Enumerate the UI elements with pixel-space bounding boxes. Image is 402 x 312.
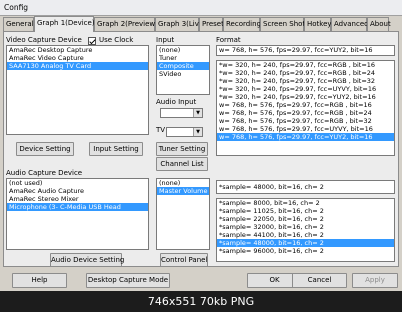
list-item[interactable]: w= 768, h= 576, fps=29.97, fcc=YUY2, bit… xyxy=(217,133,394,141)
list-item[interactable]: SVideo xyxy=(157,70,209,78)
list-item[interactable]: *w= 320, h= 240, fps=29.97, fcc=RGB , bi… xyxy=(217,69,394,77)
list-item[interactable]: *sample= 44100, bit=16, ch= 2 xyxy=(217,231,394,239)
audio-capture-device-label: Audio Capture Device xyxy=(6,169,83,177)
desktop-capture-mode-button[interactable]: Desktop Capture Mode xyxy=(86,273,170,288)
use-clock-checkbox[interactable] xyxy=(88,37,96,45)
list-item[interactable]: AmaRec Audio Capture xyxy=(7,187,148,195)
list-item[interactable]: w= 768, h= 576, fps=29.97, fcc=RGB , bit… xyxy=(217,109,394,117)
list-item[interactable]: *sample= 11025, bit=16, ch= 2 xyxy=(217,207,394,215)
list-item[interactable]: Master Volume xyxy=(157,187,209,195)
format-label: Format xyxy=(216,36,241,44)
channel-list-button[interactable]: Channel List xyxy=(156,157,208,171)
tab-advanced[interactable]: Advanced xyxy=(331,17,369,32)
tab-recording[interactable]: Recording xyxy=(223,17,261,32)
audio-device-list[interactable]: (not used) AmaRec Audio Capture AmaRec S… xyxy=(6,178,149,250)
cancel-button[interactable]: Cancel xyxy=(292,273,347,288)
audio-input-list[interactable]: (none) Master Volume xyxy=(156,178,210,250)
use-clock-label: Use Clock xyxy=(99,36,134,44)
help-button[interactable]: Help xyxy=(12,273,67,288)
tab-graph1-device[interactable]: Graph 1(Device) xyxy=(34,16,95,32)
tab-about[interactable]: About xyxy=(367,17,391,32)
tab-graph3-live[interactable]: Graph 3(Live) xyxy=(155,17,206,32)
tab-screen-shot[interactable]: Screen Shot xyxy=(260,17,305,32)
list-item[interactable]: *w= 320, h= 240, fps=29.97, fcc=RGB , bi… xyxy=(217,61,394,69)
audio-device-setting-button[interactable]: Audio Device Setting xyxy=(50,253,124,267)
tab-graph2-preview[interactable]: Graph 2(Preview) xyxy=(94,17,158,32)
image-caption: 746x551 70kb PNG xyxy=(0,291,402,312)
list-item[interactable]: Microphone (3- C-Media USB Head xyxy=(7,203,148,211)
current-audio-format-field[interactable]: *sample= 48000, bit=16, ch= 2 xyxy=(216,180,395,194)
list-item[interactable]: AmaRec Stereo Mixer xyxy=(7,195,148,203)
video-capture-device-label: Video Capture Device xyxy=(6,36,82,44)
tuner-setting-button[interactable]: Tuner Setting xyxy=(156,142,208,156)
list-item[interactable]: (none) xyxy=(157,46,209,54)
list-item[interactable]: *w= 320, h= 240, fps=29.97, fcc=YUY2, bi… xyxy=(217,93,394,101)
window-title: Config xyxy=(4,3,29,12)
list-item[interactable]: w= 768, h= 576, fps=29.97, fcc=RGB , bit… xyxy=(217,117,394,125)
control-panel-button[interactable]: Control Panel xyxy=(160,253,208,267)
list-item[interactable]: AmaRec Video Capture xyxy=(7,54,148,62)
chevron-down-icon: ▼ xyxy=(193,109,202,117)
list-item[interactable]: *w= 320, h= 240, fps=29.97, fcc=UYVY, bi… xyxy=(217,85,394,93)
chevron-down-icon: ▼ xyxy=(193,128,202,136)
audio-input-select[interactable]: ▼ xyxy=(160,108,203,118)
input-setting-button[interactable]: Input Setting xyxy=(89,142,143,156)
list-item[interactable]: Composite xyxy=(157,62,209,70)
list-item[interactable]: *sample= 22050, bit=16, ch= 2 xyxy=(217,215,394,223)
current-format-field[interactable]: w= 768, h= 576, fps=29.97, fcc=YUY2, bit… xyxy=(216,45,395,56)
list-item[interactable]: *sample= 48000, bit=16, ch= 2 xyxy=(217,239,394,247)
list-item[interactable]: (none) xyxy=(157,179,209,187)
audio-format-list[interactable]: *sample= 8000, bit=16, ch= 2 *sample= 11… xyxy=(216,198,395,262)
input-list[interactable]: (none) Tuner Composite SVideo xyxy=(156,45,210,95)
list-item[interactable]: w= 768, h= 576, fps=29.97, fcc=RGB , bit… xyxy=(217,101,394,109)
dialog-button-bar: Help Desktop Capture Mode OK Cancel Appl… xyxy=(0,267,402,291)
tab-strip: General Graph 1(Device) Graph 2(Preview)… xyxy=(3,16,399,32)
list-item[interactable]: *w= 320, h= 240, fps=29.97, fcc=RGB , bi… xyxy=(217,77,394,85)
title-bar: Config xyxy=(0,0,402,16)
audio-input-label: Audio Input xyxy=(156,98,197,106)
list-item[interactable]: (not used) xyxy=(7,179,148,187)
input-label: Input xyxy=(156,36,175,44)
list-item[interactable]: Tuner xyxy=(157,54,209,62)
list-item[interactable]: w= 768, h= 576, fps=29.97, fcc=UYVY, bit… xyxy=(217,125,394,133)
format-list[interactable]: *w= 320, h= 240, fps=29.97, fcc=RGB , bi… xyxy=(216,60,395,156)
tab-hotkey[interactable]: Hotkey xyxy=(304,17,332,32)
list-item[interactable]: AmaRec Desktop Capture xyxy=(7,46,148,54)
apply-button[interactable]: Apply xyxy=(352,273,398,288)
list-item[interactable]: *sample= 8000, bit=16, ch= 2 xyxy=(217,199,394,207)
device-setting-button[interactable]: Device Setting xyxy=(16,142,74,156)
list-item[interactable]: *sample= 96000, bit=16, ch= 2 xyxy=(217,247,394,255)
tv-label: TV xyxy=(156,126,166,134)
video-device-list[interactable]: AmaRec Desktop Capture AmaRec Video Capt… xyxy=(6,45,149,135)
tab-preset[interactable]: Preset xyxy=(199,17,224,32)
tv-channel-select[interactable]: ▼ xyxy=(166,127,203,137)
list-item[interactable]: *sample= 32000, bit=16, ch= 2 xyxy=(217,223,394,231)
graph1-device-panel: Video Capture Device Use Clock AmaRec De… xyxy=(3,31,399,267)
tab-general[interactable]: General xyxy=(3,17,34,32)
list-item[interactable]: SAA7130 Analog TV Card xyxy=(7,62,148,70)
